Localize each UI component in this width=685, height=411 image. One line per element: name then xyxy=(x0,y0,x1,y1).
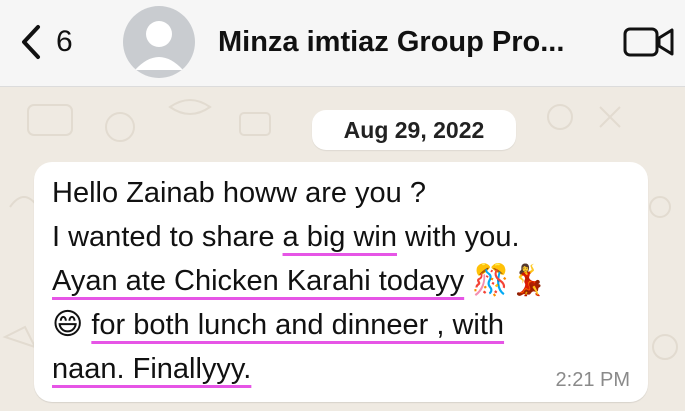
unread-count: 6 xyxy=(56,25,73,58)
message-line-5: naan. Finallyyy. xyxy=(52,350,251,388)
person-placeholder-icon xyxy=(135,21,183,70)
message-text: I wanted to share xyxy=(52,221,283,253)
video-call-icon[interactable] xyxy=(622,24,676,60)
message-bubble[interactable]: Hello Zainab howw are you ? I wanted to … xyxy=(34,162,648,402)
chevron-left-icon xyxy=(22,25,40,59)
smile-emoji: 😄 xyxy=(52,307,84,342)
back-button[interactable]: 6 xyxy=(20,22,100,62)
message-line-2: I wanted to share a big win with you. xyxy=(52,218,520,256)
underlined-text: for both lunch and dinneer , with xyxy=(91,309,505,341)
message-text: with you. xyxy=(397,221,520,253)
chat-title[interactable]: Minza imtiaz Group Pro... xyxy=(218,22,608,62)
message-line-1: Hello Zainab howw are you ? xyxy=(52,177,426,209)
date-separator: Aug 29, 2022 xyxy=(312,110,516,150)
underlined-text: naan. Finallyyy. xyxy=(52,353,252,385)
underlined-text: Ayan ate Chicken Karahi todayy xyxy=(52,265,465,297)
avatar[interactable] xyxy=(123,6,195,78)
chat-header: 6 Minza imtiaz Group Pro... xyxy=(0,0,685,87)
message-timestamp: 2:21 PM xyxy=(555,369,630,391)
message-line-3: Ayan ate Chicken Karahi todayy 🎊💃 xyxy=(52,262,547,300)
underlined-text: a big win xyxy=(282,221,397,253)
message-line-4: 😄 for both lunch and dinneer , with xyxy=(52,306,504,344)
celebration-emoji: 🎊💃 xyxy=(472,263,547,298)
